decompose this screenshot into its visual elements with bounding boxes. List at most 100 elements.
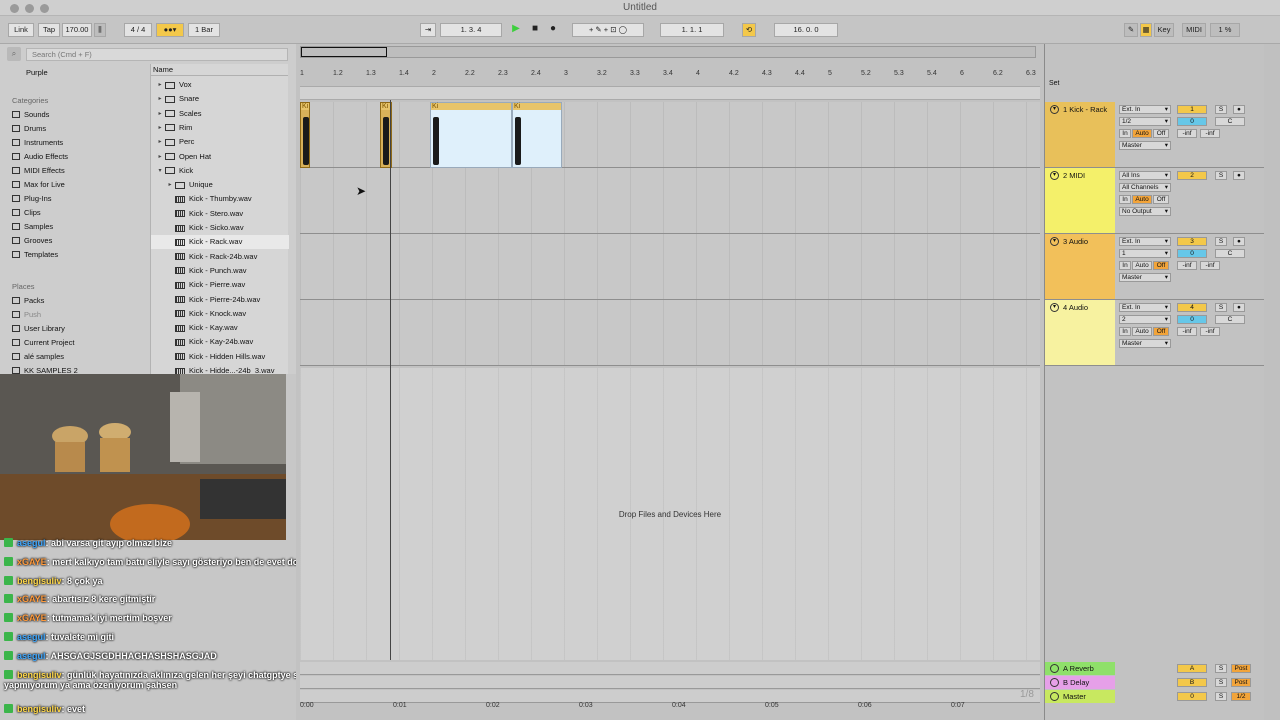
follow-icon[interactable]: ⇥ (420, 23, 436, 37)
stop-button[interactable]: ■ (528, 23, 542, 37)
play-button[interactable]: ▶ (508, 23, 524, 37)
track-lane-kick[interactable]: Ki Ki Ki Ki (300, 102, 1040, 168)
loop-switch-icon[interactable]: ⟲ (742, 23, 756, 37)
volume-field[interactable]: 0 (1177, 315, 1207, 324)
output-select[interactable]: No Output (1119, 207, 1171, 216)
category-item[interactable]: MIDI Effects (12, 164, 65, 177)
arm-icon[interactable]: ● (1233, 171, 1245, 180)
category-item[interactable]: Max for Live (12, 178, 65, 191)
collection-purple[interactable]: Purple (26, 66, 48, 79)
input-type-select[interactable]: Ext. In (1119, 105, 1171, 114)
solo-button[interactable]: S (1215, 692, 1227, 701)
track-activator[interactable]: 1 (1177, 105, 1207, 114)
input-type-select[interactable]: Ext. In (1119, 237, 1171, 246)
pan-field[interactable]: C (1215, 315, 1245, 324)
output-select[interactable]: Master (1119, 339, 1171, 348)
return-track-title[interactable]: B Delay (1045, 676, 1115, 689)
place-item[interactable]: alé samples (12, 350, 64, 363)
midi-map-button[interactable]: MIDI (1182, 23, 1206, 37)
time-ruler[interactable]: 0:00 0:01 0:02 0:03 0:04 0:05 0:06 0:07 (300, 702, 1040, 718)
track-lane-audio-3[interactable] (300, 234, 1040, 300)
disclosure-icon[interactable]: ▸ (155, 121, 165, 135)
loop-brace-bar[interactable] (300, 86, 1040, 100)
volume-field[interactable]: 0 (1177, 117, 1207, 126)
link-button[interactable]: Link (8, 23, 34, 37)
record-button[interactable]: ● (546, 23, 560, 37)
quantize-menu[interactable]: 1 Bar (188, 23, 220, 37)
solo-button[interactable]: S (1215, 664, 1227, 673)
audio-clip-selected[interactable]: Ki (512, 102, 562, 168)
track-name[interactable]: 2 MIDI (1063, 171, 1085, 180)
disclosure-icon[interactable]: ▸ (155, 135, 165, 149)
category-item[interactable]: Plug-Ins (12, 192, 52, 205)
category-item[interactable]: Sounds (12, 108, 49, 121)
return-lane-reverb[interactable] (300, 662, 1040, 675)
input-channel-select[interactable]: 1 (1119, 249, 1171, 258)
file-item[interactable]: ▸ Open Hat (151, 150, 289, 164)
pan-field[interactable]: C (1215, 249, 1245, 258)
metronome-button[interactable]: ●●▾ (156, 23, 184, 37)
monitor-in-button[interactable]: In (1119, 327, 1131, 336)
pan-field[interactable]: C (1215, 117, 1245, 126)
file-item[interactable]: Kick - Kay-24b.wav (151, 335, 289, 349)
input-type-select[interactable]: All Ins (1119, 171, 1171, 180)
solo-button[interactable]: S (1215, 303, 1227, 312)
fold-icon[interactable]: ▾ (1050, 303, 1059, 312)
arm-icon[interactable]: ● (1233, 105, 1245, 114)
file-item[interactable]: Kick - Sicko.wav (151, 221, 289, 235)
fold-icon[interactable]: ▾ (1050, 105, 1059, 114)
category-item[interactable]: Templates (12, 248, 58, 261)
category-item[interactable]: Drums (12, 122, 46, 135)
key-map-button[interactable]: Key (1154, 23, 1174, 37)
file-item[interactable]: ▸ Perc (151, 135, 289, 149)
category-item[interactable]: Clips (12, 206, 41, 219)
set-label[interactable]: Set (1049, 80, 1060, 87)
arm-icon[interactable]: ● (1233, 303, 1245, 312)
monitor-off-button[interactable]: Off (1153, 327, 1169, 336)
fold-icon[interactable] (1050, 692, 1059, 701)
track-activator[interactable]: 3 (1177, 237, 1207, 246)
overview-window[interactable] (301, 47, 387, 57)
monitor-in-button[interactable]: In (1119, 261, 1131, 270)
file-item[interactable]: Kick - Pierre.wav (151, 278, 289, 292)
return-activator[interactable]: 0 (1177, 692, 1207, 701)
input-channel-select[interactable]: 1/2 (1119, 117, 1171, 126)
return-track-name[interactable]: A Reverb (1063, 664, 1094, 673)
solo-button[interactable]: S (1215, 171, 1227, 180)
place-item[interactable]: Packs (12, 294, 44, 307)
place-item[interactable]: Current Project (12, 336, 74, 349)
file-item[interactable]: Kick - Knock.wav (151, 307, 289, 321)
fold-icon[interactable] (1050, 664, 1059, 673)
category-item[interactable]: Audio Effects (12, 150, 68, 163)
return-track-name[interactable]: B Delay (1063, 678, 1089, 687)
arrangement-overview[interactable] (300, 46, 1036, 58)
tempo-nudge-icon[interactable]: ⫼ (94, 23, 106, 37)
loop-length[interactable]: 16. 0. 0 (774, 23, 838, 37)
post-button[interactable]: 1/2 (1231, 692, 1251, 701)
tempo-field[interactable]: 170.00 (62, 23, 92, 37)
solo-button[interactable]: S (1215, 105, 1227, 114)
monitor-auto-button[interactable]: Auto (1132, 129, 1152, 138)
return-track-name[interactable]: Master (1063, 692, 1086, 701)
monitor-off-button[interactable]: Off (1153, 195, 1169, 204)
place-item[interactable]: Push (12, 308, 41, 321)
category-item[interactable]: Instruments (12, 136, 63, 149)
minimize-icon[interactable] (25, 4, 34, 13)
file-item[interactable]: Kick - Thumby.wav (151, 192, 289, 206)
category-item[interactable]: Samples (12, 220, 53, 233)
file-item[interactable]: Kick - Pierre-24b.wav (151, 293, 289, 307)
disclosure-icon[interactable]: ▸ (155, 107, 165, 121)
name-column-header[interactable]: Name (151, 64, 288, 76)
return-track-title[interactable]: A Reverb (1045, 662, 1115, 675)
disclosure-icon[interactable]: ▸ (165, 178, 175, 192)
monitor-off-button[interactable]: Off (1153, 129, 1169, 138)
post-button[interactable]: Post (1231, 664, 1251, 673)
output-select[interactable]: Master (1119, 273, 1171, 282)
fold-icon[interactable]: ▾ (1050, 171, 1059, 180)
track-name[interactable]: 3 Audio (1063, 237, 1088, 246)
volume-field[interactable]: 0 (1177, 249, 1207, 258)
arm-icon[interactable]: ● (1233, 237, 1245, 246)
beat-ruler[interactable]: 1 1.2 1.3 1.4 2 2.2 2.3 2.4 3 3.2 3.3 3.4 4 4.2 4.3 4.4… (300, 70, 1040, 82)
monitor-auto-button[interactable]: Auto (1132, 327, 1152, 336)
file-item[interactable]: Kick - Hidden Hills.wav (151, 350, 289, 364)
